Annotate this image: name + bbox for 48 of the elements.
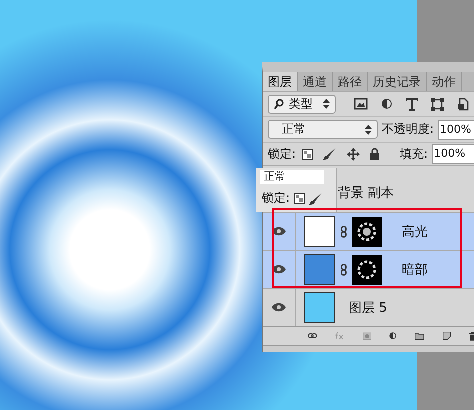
- spinner-arrows-icon: [365, 124, 372, 135]
- layer-name: 高光: [402, 224, 428, 241]
- spinner-arrows-icon: [323, 99, 330, 110]
- layer-name: 图层 5: [349, 300, 388, 317]
- filter-value: 类型: [289, 96, 314, 113]
- folder-icon[interactable]: [415, 330, 425, 342]
- link-icon[interactable]: [308, 332, 318, 340]
- checkerboard-icon[interactable]: [302, 148, 314, 160]
- layer-name: 暗部: [402, 262, 428, 279]
- half-circle-icon[interactable]: [381, 98, 393, 110]
- layer-row[interactable]: 高光: [263, 212, 474, 250]
- blend-mode-dropdown[interactable]: 正常: [268, 120, 378, 140]
- opacity-label: 不透明度:: [382, 121, 434, 138]
- filter-dropdown[interactable]: 类型: [268, 94, 336, 114]
- type-tool-icon[interactable]: [406, 98, 418, 111]
- checkerboard-icon[interactable]: [294, 193, 306, 204]
- move-arrows-icon[interactable]: [347, 148, 360, 161]
- brush-icon[interactable]: [323, 148, 338, 160]
- panel-tab[interactable]: 路径: [333, 72, 368, 91]
- layer-row[interactable]: 暗部: [263, 250, 474, 288]
- image-icon[interactable]: [354, 98, 368, 110]
- brush-icon[interactable]: [309, 192, 324, 204]
- resize-grip[interactable]: [263, 345, 474, 352]
- panel-tab[interactable]: 动作: [427, 72, 462, 91]
- transform-icon[interactable]: [431, 98, 444, 111]
- blend-mode-value: 正常: [281, 121, 307, 138]
- blend-mode-dropdown[interactable]: 正常: [260, 170, 324, 184]
- new-layer-icon[interactable]: [442, 330, 451, 342]
- panel-tab[interactable]: 图层: [263, 72, 298, 91]
- fill-field[interactable]: 100%: [432, 144, 474, 164]
- layer-name: 背景 副本: [338, 185, 394, 202]
- search-icon: [274, 98, 284, 110]
- opacity-field[interactable]: 100%: [438, 120, 474, 140]
- layer-mask-thumbnail: [352, 216, 382, 247]
- eye-icon[interactable]: [272, 227, 286, 236]
- trash-icon[interactable]: [468, 330, 474, 343]
- fill-label: 填充:: [400, 146, 428, 163]
- eye-icon[interactable]: [272, 265, 286, 274]
- panel-tab[interactable]: 历史记录: [368, 72, 427, 91]
- lock-icon[interactable]: [370, 148, 380, 160]
- eye-icon[interactable]: [272, 303, 286, 312]
- half-circle-icon[interactable]: [389, 330, 398, 342]
- lock-label: 锁定:: [268, 146, 296, 163]
- layer-row[interactable]: 图层 5: [263, 288, 474, 326]
- lock-label: 锁定:: [262, 190, 290, 207]
- smart-object-icon[interactable]: [457, 98, 469, 111]
- panel-tab[interactable]: 通道: [298, 72, 333, 91]
- layer-mask-thumbnail: [352, 254, 382, 285]
